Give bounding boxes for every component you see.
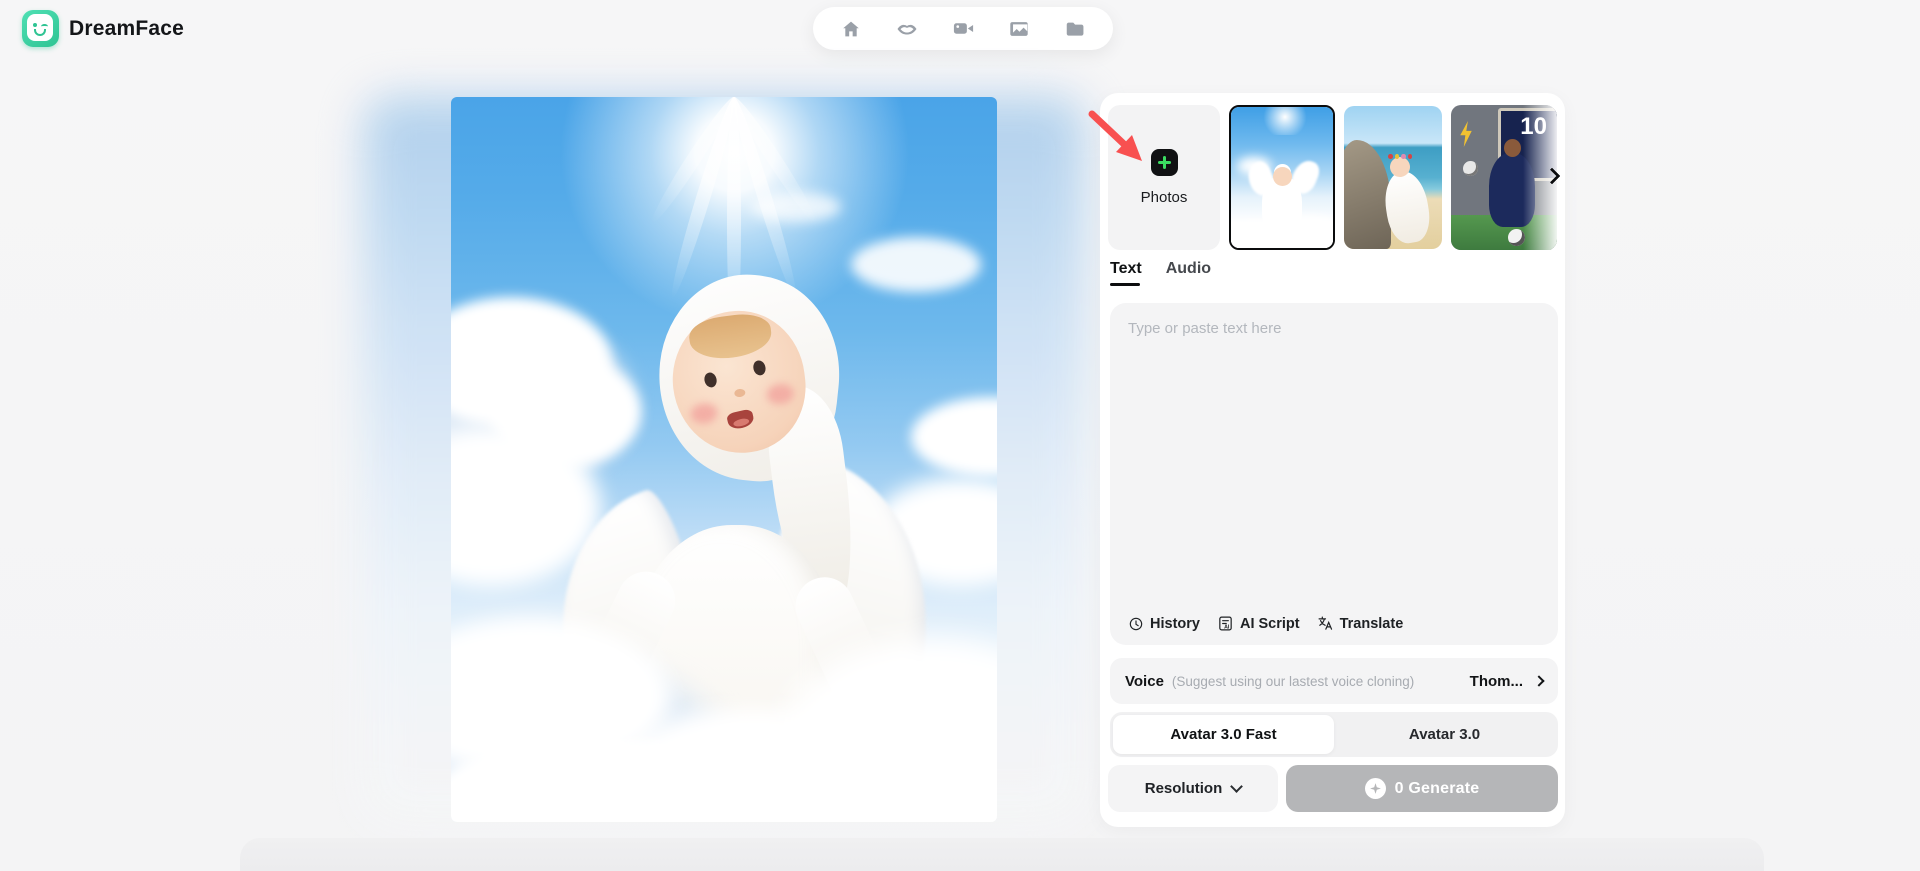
brand-logo[interactable]: DreamFace [22,10,184,47]
thumbnail-beach-baby[interactable] [1344,106,1442,249]
voice-label: Voice [1125,672,1164,690]
ai-script-button[interactable]: AI AI Script [1217,615,1300,632]
main-nav [813,7,1113,50]
clock-history-icon [1129,617,1143,630]
model-avatar30-fast[interactable]: Avatar 3.0 Fast [1113,715,1334,754]
lightning-decal [1460,121,1472,147]
translate-icon [1318,616,1332,630]
ai-script-icon: AI [1219,616,1232,631]
add-photos-button[interactable]: Photos [1108,105,1220,250]
tab-text[interactable]: Text [1110,260,1142,286]
thumbnail-angel-art [1231,107,1333,248]
resolution-dropdown[interactable]: Resolution [1108,765,1278,812]
input-mode-tabs: Text Audio [1110,260,1211,286]
generate-label: 0 Generate [1394,779,1480,797]
script-input[interactable] [1110,303,1558,583]
preview-image-angel-baby [451,97,997,822]
home-icon[interactable] [839,17,863,41]
dreamface-app: DreamFace 999 Pro [0,0,1920,871]
thumbnail-beach-art [1344,106,1442,249]
model-avatar30[interactable]: Avatar 3.0 [1334,715,1555,754]
lips-lipsync-icon[interactable] [895,17,919,41]
thumbnail-angel-baby[interactable] [1229,105,1335,250]
chevron-down-icon [1230,779,1244,793]
svg-text:AI: AI [1224,624,1230,630]
video-camera-icon[interactable] [951,17,975,41]
photos-scroll-next-button[interactable] [1541,165,1563,187]
history-button[interactable]: History [1128,616,1200,632]
sparkle-icon [1364,778,1386,799]
text-tools: History AI AI Script Translate [1128,615,1403,632]
script-textbox: History AI AI Script Translate [1110,303,1558,645]
voice-hint: (Suggest using our lastest voice cloning… [1171,673,1415,689]
tab-audio[interactable]: Audio [1166,260,1211,286]
photos-strip: Photos 10 [1108,105,1557,251]
chevron-right-icon [1533,675,1545,687]
projects-folder-icon[interactable] [1063,17,1087,41]
composer-panel: Photos 10 Text Audio Type or paste text … [1100,93,1565,827]
plus-icon [1150,149,1178,176]
avatar-model-switch: Avatar 3.0 Fast Avatar 3.0 [1110,712,1558,757]
voice-selected-name: Thom... [1469,672,1523,690]
chevron-right-icon [1543,167,1561,185]
dreamface-logo-icon [22,10,59,47]
jersey-number: 10 [1520,113,1547,140]
brand-name: DreamFace [69,16,185,40]
translate-button[interactable]: Translate [1317,615,1403,632]
image-icon[interactable] [1007,17,1031,41]
voice-selector[interactable]: Voice (Suggest using our lastest voice c… [1110,658,1558,704]
bottom-sheet-hint [240,838,1764,871]
add-photos-label: Photos [1140,189,1188,206]
generate-button[interactable]: 0 Generate [1286,765,1558,812]
